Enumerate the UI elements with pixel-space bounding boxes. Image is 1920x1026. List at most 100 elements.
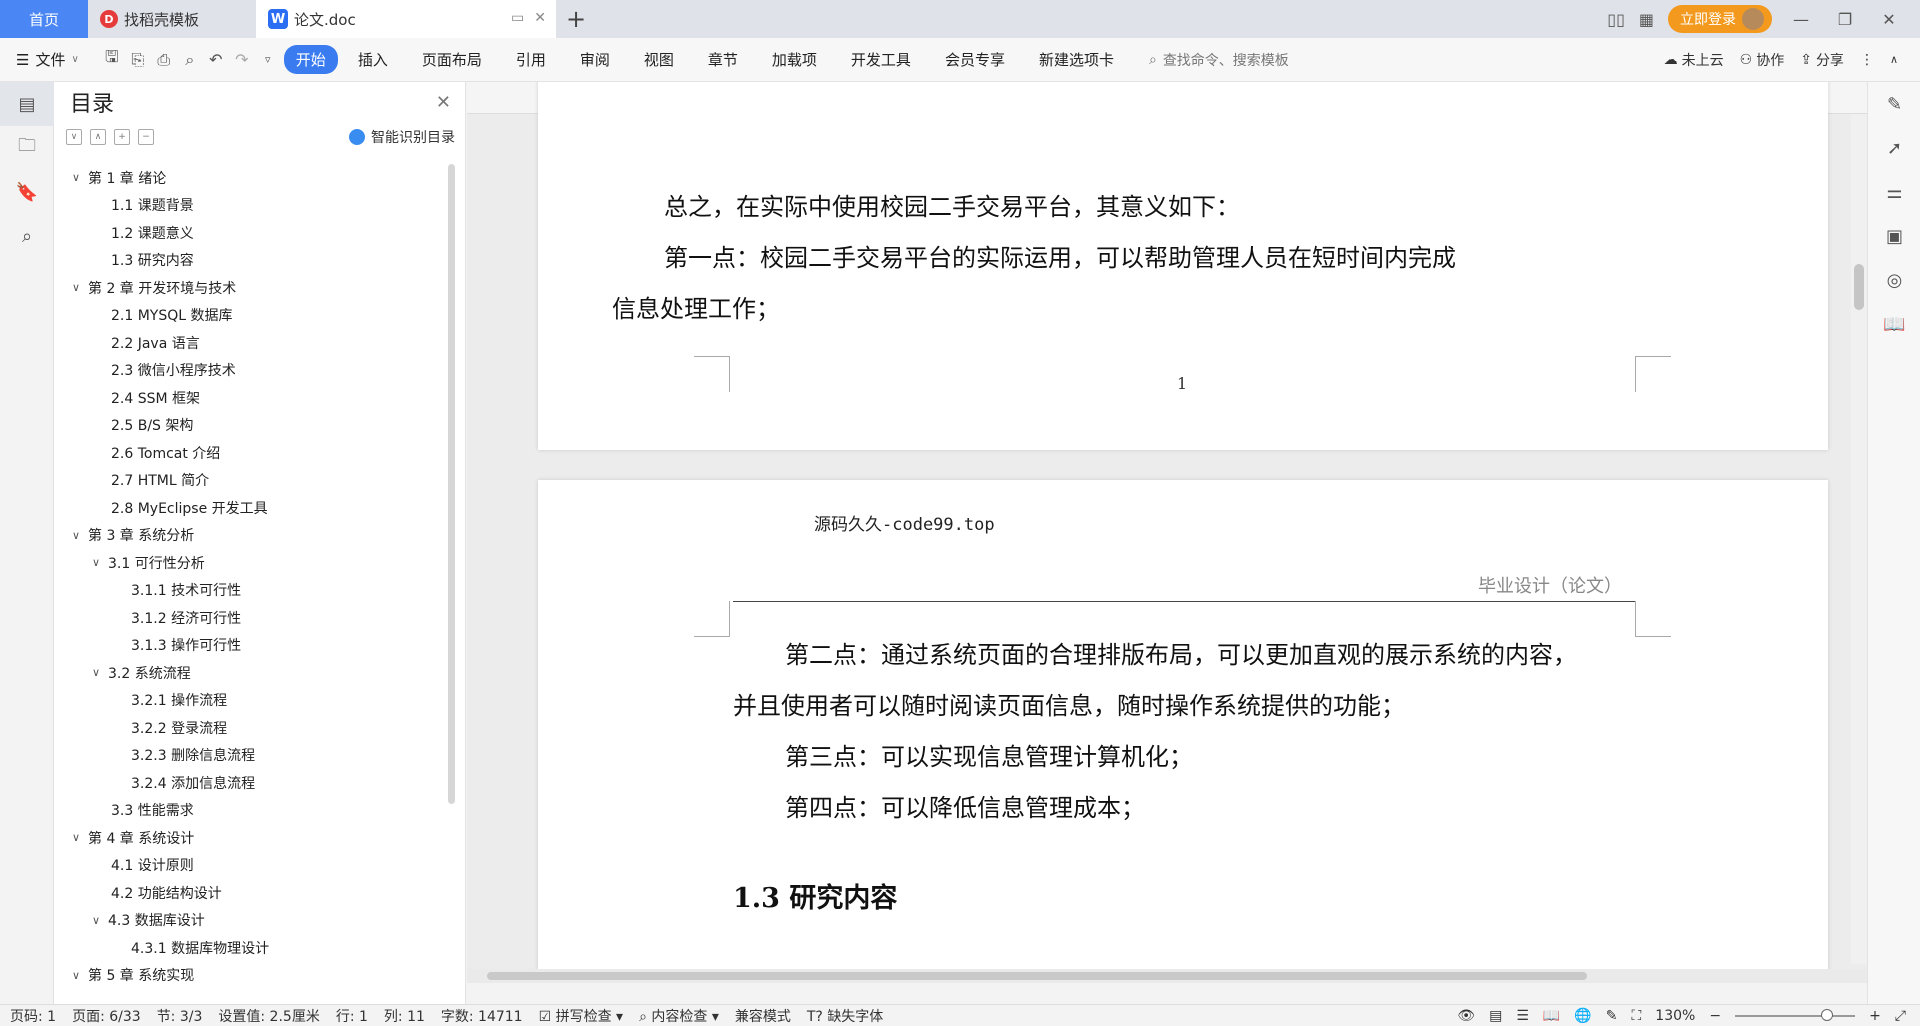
- toc-item[interactable]: 3.2.2 登录流程: [54, 714, 446, 742]
- collab-button[interactable]: ⚇ 协作: [1740, 50, 1785, 70]
- print-icon[interactable]: ⎙: [151, 47, 177, 73]
- tab-template[interactable]: D 找稻壳模板: [88, 0, 256, 38]
- toc-item[interactable]: 3.3 性能需求: [54, 797, 446, 825]
- toc-item[interactable]: 3.1.1 技术可行性: [54, 577, 446, 605]
- tab-close-icon[interactable]: ✕: [534, 10, 546, 26]
- command-search[interactable]: ⌕ 查找命令、搜索模板: [1149, 50, 1289, 70]
- menu-tab-insert[interactable]: 插入: [344, 45, 402, 74]
- zoom-in-icon[interactable]: +: [1869, 1008, 1881, 1024]
- toc-item[interactable]: ∨ 第 1 章 绪论: [54, 164, 446, 192]
- undo-icon[interactable]: ↶: [203, 47, 229, 73]
- menu-tab-developer[interactable]: 开发工具: [837, 45, 925, 74]
- chevron-down-icon[interactable]: ∨: [72, 281, 88, 294]
- toc-item[interactable]: 2.5 B/S 架构: [54, 412, 446, 440]
- minimize-icon[interactable]: —: [1786, 10, 1816, 29]
- status-pages[interactable]: 页面: 6/33: [72, 1006, 141, 1026]
- toc-item[interactable]: ∨ 第 4 章 系统设计: [54, 824, 446, 852]
- navigation-icon[interactable]: 🗀: [0, 126, 54, 170]
- close-window-icon[interactable]: ✕: [1874, 10, 1904, 29]
- restore-icon[interactable]: ❐: [1830, 10, 1860, 29]
- toc-item[interactable]: ∨ 第 5 章 系统实现: [54, 962, 446, 990]
- file-menu[interactable]: ☰ 文件 ∨: [16, 49, 79, 70]
- chevron-down-icon[interactable]: ∨: [72, 171, 88, 184]
- toc-item[interactable]: 1.3 研究内容: [54, 247, 446, 275]
- toc-item[interactable]: 3.2.4 添加信息流程: [54, 769, 446, 797]
- smart-toc-button[interactable]: 智能识别目录: [349, 127, 455, 147]
- chevron-down-icon[interactable]: ∨: [72, 831, 88, 844]
- compass-icon[interactable]: ◎: [1868, 258, 1920, 302]
- toc-panel-icon[interactable]: ▤: [0, 82, 54, 126]
- more-vertical-icon[interactable]: ⋮: [1860, 52, 1874, 68]
- toc-item[interactable]: ∨ 第 2 章 开发环境与技术: [54, 274, 446, 302]
- add-heading-icon[interactable]: +: [114, 129, 130, 145]
- write-view-icon[interactable]: ✎: [1606, 1008, 1618, 1024]
- expand-all-icon[interactable]: ∨: [66, 129, 82, 145]
- tab-popout-icon[interactable]: ▭: [511, 10, 524, 26]
- page-view-icon[interactable]: ▤: [1489, 1008, 1502, 1024]
- pen-icon[interactable]: ✎: [1868, 82, 1920, 126]
- vertical-scrollbar[interactable]: [1851, 114, 1867, 964]
- toc-item[interactable]: 1.1 课题背景: [54, 192, 446, 220]
- print-preview-icon[interactable]: ⌕: [177, 47, 203, 73]
- toc-item[interactable]: 2.2 Java 语言: [54, 329, 446, 357]
- content-check-button[interactable]: ⌕ 内容检查 ▾: [639, 1006, 719, 1026]
- zoom-knob[interactable]: [1821, 1008, 1834, 1021]
- tab-document[interactable]: W 论文.doc ▭ ✕: [256, 0, 556, 38]
- eye-protection-icon[interactable]: 👁: [1457, 1008, 1475, 1024]
- toc-item[interactable]: ∨ 3.2 系统流程: [54, 659, 446, 687]
- fullscreen-icon[interactable]: ⤢: [1895, 1008, 1906, 1024]
- toc-item[interactable]: ∨ 4.3 数据库设计: [54, 907, 446, 935]
- chevron-down-icon[interactable]: ∨: [92, 556, 108, 569]
- outline-view-icon[interactable]: ☰: [1516, 1008, 1529, 1024]
- menu-tab-view[interactable]: 视图: [630, 45, 688, 74]
- menu-tab-section[interactable]: 章节: [694, 45, 752, 74]
- find-icon[interactable]: ⌕: [0, 214, 54, 258]
- share-button[interactable]: ⇪ 分享: [1800, 50, 1844, 70]
- menu-tab-review[interactable]: 审阅: [566, 45, 624, 74]
- collapse-ribbon-icon[interactable]: ∧: [1890, 53, 1898, 66]
- menu-tab-new[interactable]: 新建选项卡: [1025, 45, 1128, 74]
- toc-item[interactable]: 1.2 课题意义: [54, 219, 446, 247]
- cloud-status[interactable]: ☁ 未上云: [1664, 50, 1724, 70]
- bookmark-icon[interactable]: 🔖: [0, 170, 54, 214]
- chevron-down-icon[interactable]: ∨: [92, 914, 108, 927]
- web-view-icon[interactable]: 🌐: [1574, 1008, 1591, 1024]
- toc-item[interactable]: 3.2.1 操作流程: [54, 687, 446, 715]
- image-tool-icon[interactable]: ▣: [1868, 214, 1920, 258]
- fit-page-icon[interactable]: ⛶: [1631, 1008, 1641, 1024]
- remove-heading-icon[interactable]: −: [138, 129, 154, 145]
- export-pdf-icon[interactable]: ⎘: [125, 47, 151, 73]
- toc-item[interactable]: 4.3.1 数据库物理设计: [54, 934, 446, 962]
- redo-icon[interactable]: ↷: [229, 47, 255, 73]
- toc-item[interactable]: 2.3 微信小程序技术: [54, 357, 446, 385]
- menu-tab-member[interactable]: 会员专享: [931, 45, 1019, 74]
- login-button[interactable]: 立即登录: [1668, 5, 1772, 33]
- scroll-thumb[interactable]: [487, 972, 1587, 980]
- quick-access-dropdown-icon[interactable]: ▿: [255, 47, 281, 73]
- horizontal-scrollbar[interactable]: [467, 969, 1867, 983]
- menu-tab-addins[interactable]: 加载项: [758, 45, 831, 74]
- spell-check-button[interactable]: ☑ 拼写检查 ▾: [539, 1006, 624, 1026]
- zoom-slider[interactable]: [1735, 1008, 1856, 1021]
- toc-item[interactable]: 4.2 功能结构设计: [54, 879, 446, 907]
- zoom-out-icon[interactable]: −: [1709, 1008, 1721, 1024]
- missing-font-button[interactable]: T? 缺失字体: [807, 1006, 883, 1026]
- toc-item[interactable]: 2.7 HTML 简介: [54, 467, 446, 495]
- status-words[interactable]: 字数: 14711: [441, 1006, 523, 1026]
- collapse-all-icon[interactable]: ∧: [90, 129, 106, 145]
- toc-item[interactable]: 2.4 SSM 框架: [54, 384, 446, 412]
- chevron-down-icon[interactable]: ∨: [92, 666, 108, 679]
- toc-scrollbar[interactable]: [448, 164, 455, 804]
- toc-item[interactable]: ∨ 第 3 章 系统分析: [54, 522, 446, 550]
- save-icon[interactable]: 🖫: [99, 47, 125, 73]
- toc-item[interactable]: 2.6 Tomcat 介绍: [54, 439, 446, 467]
- toc-item[interactable]: ∨ 3.1 可行性分析: [54, 549, 446, 577]
- select-cursor-icon[interactable]: ➚: [1868, 126, 1920, 170]
- grid-apps-icon[interactable]: ▦: [1639, 10, 1654, 29]
- toc-item[interactable]: 4.1 设计原则: [54, 852, 446, 880]
- menu-tab-layout[interactable]: 页面布局: [408, 45, 496, 74]
- chevron-down-icon[interactable]: ∨: [72, 969, 88, 982]
- reader-icon[interactable]: 📖: [1868, 302, 1920, 346]
- toc-item[interactable]: 3.2.3 删除信息流程: [54, 742, 446, 770]
- read-view-icon[interactable]: 📖: [1543, 1008, 1560, 1024]
